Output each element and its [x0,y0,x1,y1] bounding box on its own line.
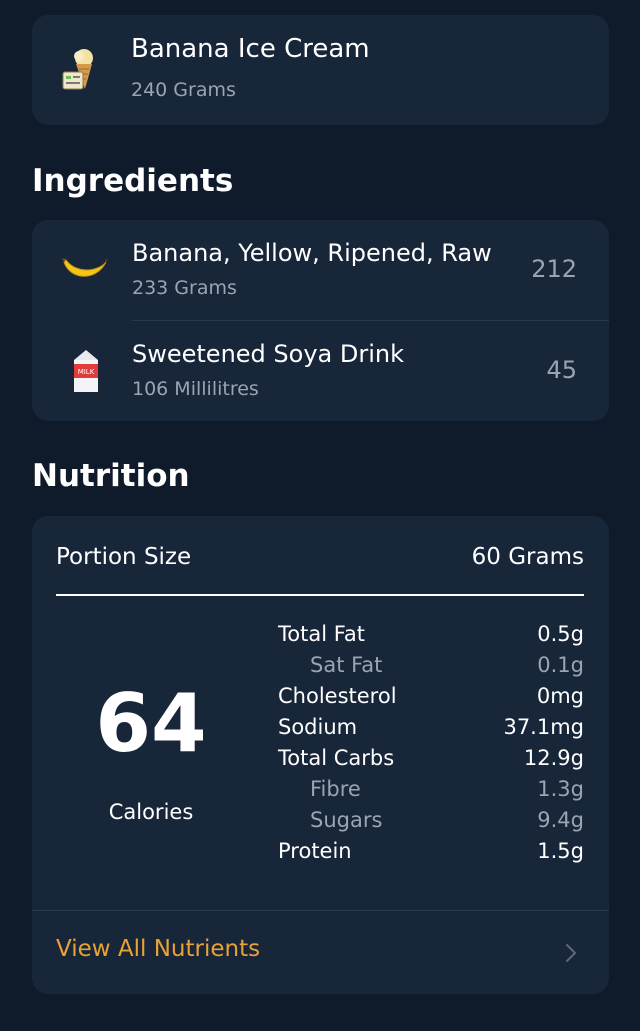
calories-value: 64 [95,677,207,770]
nutrition-heading: Nutrition [32,458,190,494]
nutrient-value: 9.4g [537,808,584,832]
calories-label: Calories [108,800,194,824]
nutrient-row-fibre: Fibre 1.3g [278,777,584,808]
nutrient-name: Protein [278,839,352,863]
nutrient-value: 0.1g [537,653,584,677]
ingredient-calories: 212 [531,255,577,283]
nutrient-row-cholesterol: Cholesterol 0mg [278,684,584,715]
nutrient-row-sugars: Sugars 9.4g [278,808,584,839]
nutrient-row-sodium: Sodium 37.1mg [278,715,584,746]
ingredients-card: Banana, Yellow, Ripened, Raw 233 Grams 2… [32,220,609,421]
view-all-nutrients-button[interactable]: View All Nutrients [32,911,609,994]
nutrient-name: Cholesterol [278,684,397,708]
nutrient-value: 37.1mg [503,715,584,739]
ingredient-name: Banana, Yellow, Ripened, Raw [132,239,492,267]
nutrient-value: 12.9g [523,746,584,770]
recipe-quantity: 240 Grams [131,79,236,101]
ingredient-row-soya-drink[interactable]: MILK Sweetened Soya Drink 106 Millilitre… [32,321,609,421]
nutrient-name: Sodium [278,715,358,739]
nutrient-name: Total Fat [278,622,365,646]
chevron-right-icon [566,944,576,962]
ice-cream-icon [62,49,93,90]
nutrient-value: 0.5g [537,622,584,646]
nutrient-name: Sat Fat [310,653,383,677]
portion-size-value[interactable]: 60 Grams [472,544,584,570]
milk-carton-icon: MILK [74,350,98,392]
ingredient-quantity: 106 Millilitres [132,378,259,400]
nutrient-value: 0mg [536,684,584,708]
recipe-title: Banana Ice Cream [131,34,370,64]
ingredient-row-banana[interactable]: Banana, Yellow, Ripened, Raw 233 Grams 2… [32,220,609,320]
nutrient-row-sat-fat: Sat Fat 0.1g [278,653,584,684]
nutrient-name: Total Carbs [278,746,395,770]
ingredient-calories: 45 [546,356,577,384]
portion-size-label: Portion Size [56,544,192,570]
nutrient-row-protein: Protein 1.5g [278,839,584,870]
ingredient-name: Sweetened Soya Drink [132,340,404,368]
banana-icon [62,258,108,277]
nutrient-row-total-fat: Total Fat 0.5g [278,622,584,653]
nutrient-value: 1.5g [537,839,584,863]
recipe-card[interactable]: Banana Ice Cream 240 Grams [32,15,609,125]
milk-carton-text: MILK [78,368,95,376]
portion-divider [56,594,584,596]
ingredients-heading: Ingredients [32,163,234,199]
nutrient-name: Sugars [310,808,383,832]
view-all-nutrients-label: View All Nutrients [56,936,261,962]
nutrient-row-total-carbs: Total Carbs 12.9g [278,746,584,777]
nutrient-name: Fibre [310,777,361,801]
nutrition-card: Portion Size 60 Grams 64 Calories Total … [32,516,609,994]
nutrient-value: 1.3g [537,777,584,801]
ingredient-quantity: 233 Grams [132,277,237,299]
